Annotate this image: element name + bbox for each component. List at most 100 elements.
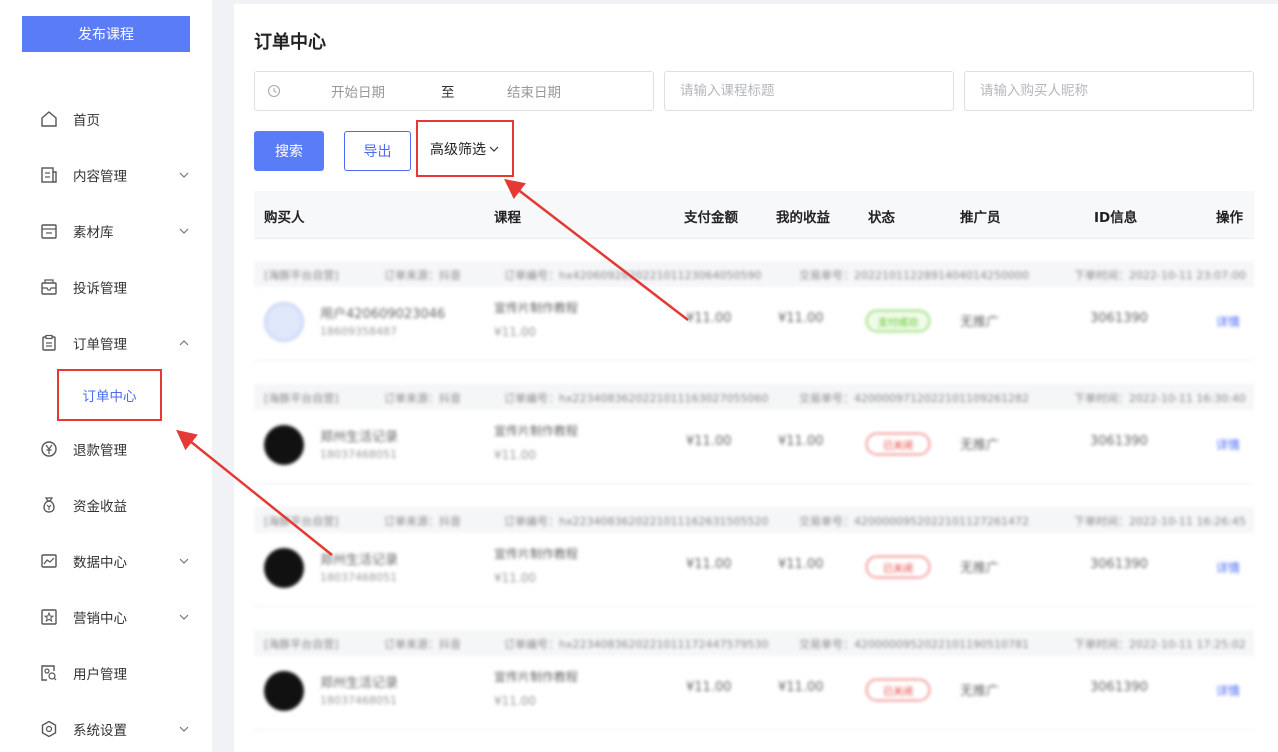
sidebar-item-label: 用户管理 [73, 667, 127, 683]
export-button[interactable]: 导出 [344, 131, 411, 171]
buyer-phone: 18609358487 [320, 325, 397, 338]
order-source-tag: [海豚平台自营] [264, 638, 339, 651]
detail-link[interactable]: 详情 [1216, 559, 1240, 576]
order-source-tag: [海豚平台自营] [264, 269, 339, 282]
date-range-picker[interactable]: 开始日期 至 结束日期 [254, 71, 654, 111]
sidebar-item-refunds[interactable]: 退款管理 [0, 429, 212, 469]
order-time: 下单时间：2022-10-11 16:30:40 [1074, 392, 1246, 405]
sidebar-item-marketing[interactable]: 营销中心 [0, 597, 212, 637]
star-icon [40, 608, 58, 626]
avatar [264, 548, 304, 588]
sidebar-item-label: 数据中心 [73, 555, 127, 571]
order-number: 订单编号：hx420609282022101123064050590 [504, 269, 762, 282]
buyer-phone: 18037468051 [320, 448, 397, 461]
order-time: 下单时间：2022-10-11 16:26:45 [1074, 515, 1246, 528]
buyer-name: 用户420609023046 [320, 307, 446, 322]
folder-icon [40, 222, 58, 240]
pay-amount: ¥11.00 [686, 680, 732, 695]
course-price: ¥11.00 [494, 325, 536, 339]
chevron-down-icon [488, 143, 500, 155]
detail-link[interactable]: 详情 [1216, 313, 1240, 330]
page-title: 订单中心 [254, 32, 326, 53]
order-channel: 订单来源：抖音 [384, 638, 461, 651]
settings-icon [40, 720, 58, 738]
sidebar-item-label: 首页 [73, 113, 100, 129]
order-channel: 订单来源：抖音 [384, 269, 461, 282]
sidebar-item-settings[interactable]: 系统设置 [0, 709, 212, 749]
column-header: 我的收益 [776, 210, 830, 226]
sidebar-item-earnings[interactable]: 资金收益 [0, 485, 212, 525]
my-income: ¥11.00 [778, 680, 824, 695]
sidebar: 发布课程 首页 内容管理 素材库 投诉管理 订单管理 订单中心 退款管理 资金收… [0, 0, 212, 752]
search-button[interactable]: 搜索 [254, 131, 324, 171]
transaction-number: 交易单号：2022101122891404014250000 [799, 269, 1029, 282]
end-date-field[interactable]: 结束日期 [507, 81, 561, 101]
advanced-filter-toggle[interactable]: 高级筛选 [416, 120, 514, 177]
course-name: 宣传片制作教程 [494, 424, 579, 438]
detail-link[interactable]: 详情 [1216, 436, 1240, 453]
order-meta: [海豚平台自营] 订单来源：抖音 订单编号：hx2234083620221011… [254, 384, 1254, 410]
transaction-number: 交易单号：4200009712022101109261282 [799, 392, 1029, 405]
sidebar-item-library[interactable]: 素材库 [0, 211, 212, 251]
chevron-down-icon [178, 723, 190, 735]
transaction-number: 交易单号：4200000952022101190510781 [799, 638, 1029, 651]
order-meta: [海豚平台自营] 订单来源：抖音 订单编号：hx2234083620221011… [254, 630, 1254, 656]
order-time: 下单时间：2022-10-11 17:25:02 [1074, 638, 1246, 651]
home-icon [40, 110, 58, 128]
chevron-down-icon [178, 611, 190, 623]
course-price: ¥11.00 [494, 571, 536, 585]
chevron-down-icon [178, 225, 190, 237]
column-header: 推广员 [960, 210, 1001, 226]
content-icon [40, 166, 58, 184]
main-panel: 订单中心 开始日期 至 结束日期 搜索 导出 高级筛选 购买人 课程 支付金额 … [234, 4, 1278, 752]
sidebar-item-home[interactable]: 首页 [0, 99, 212, 139]
transaction-number: 交易单号：4200000952022101127261472 [799, 515, 1029, 528]
advanced-filter-label: 高级筛选 [430, 141, 486, 158]
publish-course-button[interactable]: 发布课程 [22, 16, 190, 52]
sidebar-item-orders[interactable]: 订单管理 [0, 323, 212, 363]
detail-link[interactable]: 详情 [1216, 682, 1240, 699]
sidebar-item-complaints[interactable]: 投诉管理 [0, 267, 212, 307]
buyer-phone: 18037468051 [320, 571, 397, 584]
course-price: ¥11.00 [494, 694, 536, 708]
status-badge: 已关闭 [866, 433, 930, 455]
id-info: 3061390 [1090, 434, 1148, 449]
user-search-icon [40, 664, 58, 682]
sidebar-item-label: 素材库 [73, 225, 114, 241]
column-header: 操作 [1216, 210, 1243, 226]
course-name: 宣传片制作教程 [494, 670, 579, 684]
course-title-input[interactable] [664, 71, 954, 111]
sidebar-item-label: 资金收益 [73, 499, 127, 515]
course-name: 宣传片制作教程 [494, 547, 579, 561]
status-badge: 支付成功 [866, 310, 930, 332]
id-info: 3061390 [1090, 311, 1148, 326]
promoter: 无推广 [960, 561, 1000, 576]
sidebar-item-label: 订单管理 [73, 337, 127, 353]
sidebar-item-label: 系统设置 [73, 723, 127, 739]
start-date-field[interactable]: 开始日期 [331, 81, 385, 101]
order-group: [海豚平台自营] 订单来源：抖音 订单编号：hx2234083620221011… [254, 507, 1254, 607]
buyer-nickname-input[interactable] [964, 71, 1254, 111]
buyer-name: 郑州生活记录 [320, 676, 399, 691]
avatar [264, 671, 304, 711]
order-number: 订单编号：hx2234083620221011162631505520 [504, 515, 769, 528]
sidebar-item-label: 内容管理 [73, 169, 127, 185]
my-income: ¥11.00 [778, 434, 824, 449]
my-income: ¥11.00 [778, 557, 824, 572]
table-row: 郑州生活记录 18037468051 宣传片制作教程 ¥11.00 ¥11.00… [254, 533, 1254, 607]
pay-amount: ¥11.00 [686, 557, 732, 572]
sidebar-item-users[interactable]: 用户管理 [0, 653, 212, 693]
order-group: [海豚平台自营] 订单来源：抖音 订单编号：hx4206092820221011… [254, 261, 1254, 361]
buyer-name: 郑州生活记录 [320, 553, 399, 568]
course-price: ¥11.00 [494, 448, 536, 462]
sidebar-item-data-center[interactable]: 数据中心 [0, 541, 212, 581]
chevron-down-icon [178, 555, 190, 567]
order-time: 下单时间：2022-10-11 23:07:00 [1074, 269, 1246, 282]
order-number: 订单编号：hx2234083620221011163027055060 [504, 392, 769, 405]
sidebar-item-content[interactable]: 内容管理 [0, 155, 212, 195]
sidebar-subitem-order-center[interactable]: 订单中心 [57, 369, 162, 421]
id-info: 3061390 [1090, 680, 1148, 695]
order-source-tag: [海豚平台自营] [264, 392, 339, 405]
column-header: 购买人 [264, 210, 305, 226]
order-meta: [海豚平台自营] 订单来源：抖音 订单编号：hx2234083620221011… [254, 507, 1254, 533]
